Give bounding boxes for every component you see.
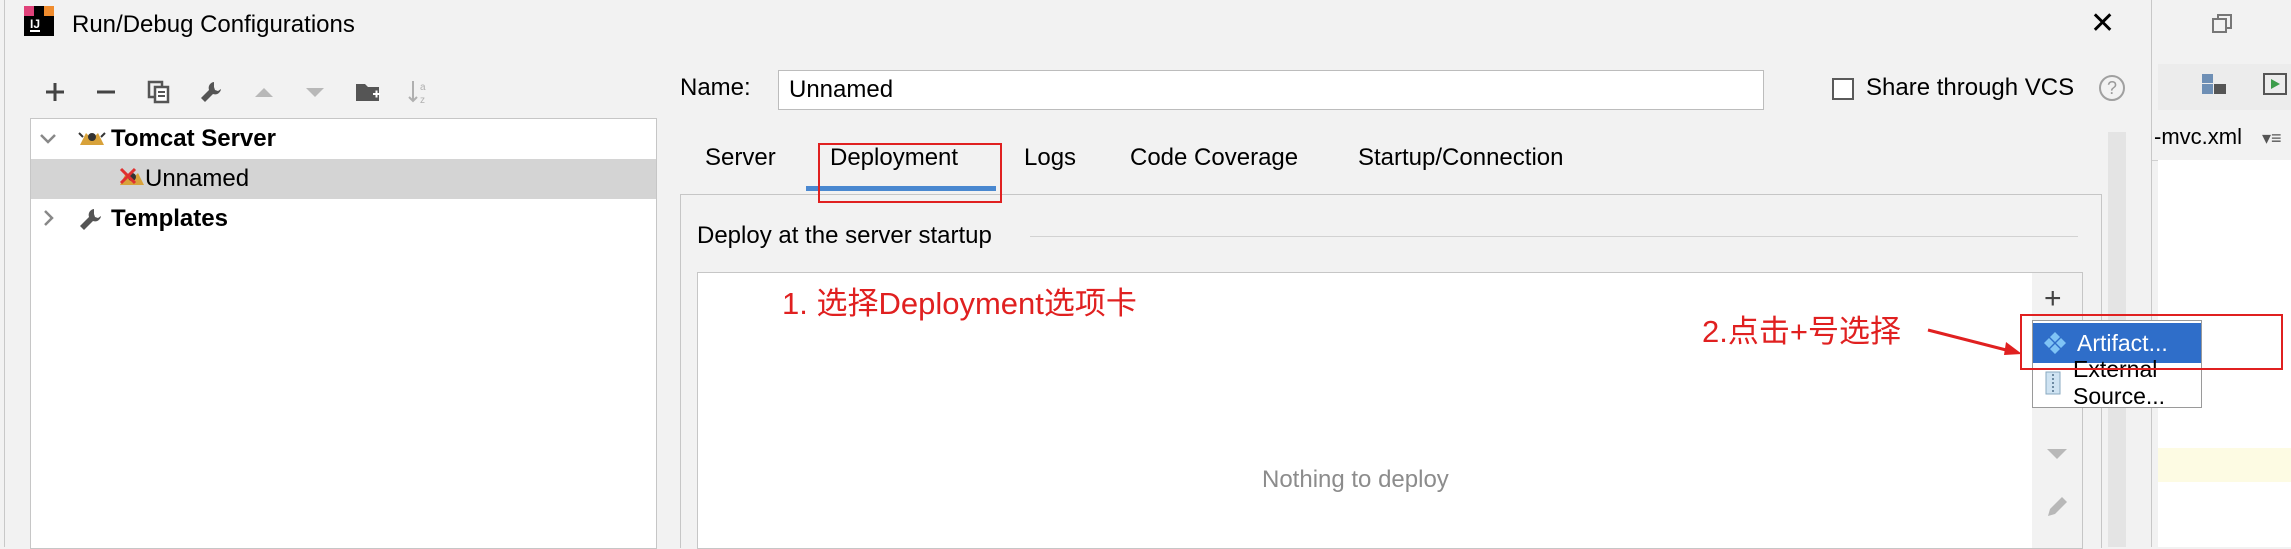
chevron-right-icon[interactable]: [37, 207, 59, 229]
tab-logs[interactable]: Logs: [1024, 144, 1076, 172]
tab-startup-connection[interactable]: Startup/Connection: [1358, 144, 1563, 172]
deploy-section-title: Deploy at the server startup: [697, 222, 992, 249]
svg-text:IJ: IJ: [30, 17, 40, 31]
share-vcs-label[interactable]: Share through VCS: [1866, 74, 2074, 102]
dialog-title: Run/Debug Configurations: [72, 11, 355, 38]
copy-icon[interactable]: [144, 77, 174, 107]
tree-item-label: Templates: [111, 205, 228, 232]
intellij-logo-icon: IJ: [24, 6, 54, 36]
tab-code-coverage[interactable]: Code Coverage: [1130, 144, 1298, 172]
edit-icon: [2044, 494, 2070, 520]
annotation-note-1: 1. 选择Deployment选项卡: [782, 286, 1137, 321]
background-editor-tab-label: -mvc.xml: [2154, 124, 2242, 149]
wrench-icon[interactable]: [196, 77, 226, 107]
annotation-box-deployment-tab: [818, 143, 1002, 203]
tomcat-config-icon: [117, 165, 147, 193]
background-structure-icon: [2200, 70, 2228, 98]
annotation-note-2: 2.点击+号选择: [1702, 314, 1901, 349]
add-deployment-button[interactable]: +: [2044, 282, 2062, 316]
annotation-arrow: [1926, 318, 2026, 362]
move-down-icon: [2044, 444, 2070, 464]
background-tab-menu-icon: ▾≡: [2262, 128, 2282, 148]
move-down-icon: [300, 77, 330, 107]
svg-text:a: a: [420, 82, 426, 93]
restore-window-icon: [2210, 12, 2234, 36]
background-line-highlight: [2158, 448, 2291, 482]
folder-icon[interactable]: [353, 77, 383, 107]
remove-icon[interactable]: [91, 77, 121, 107]
tree-item-templates[interactable]: Templates: [31, 199, 656, 239]
move-up-icon: [249, 77, 279, 107]
tree-item-label: Unnamed: [145, 165, 250, 192]
archive-icon: [2043, 371, 2063, 395]
empty-state-text: Nothing to deploy: [1262, 466, 1449, 493]
wrench-icon: [77, 207, 103, 233]
chevron-down-icon[interactable]: [37, 127, 59, 149]
tomcat-icon: [77, 125, 107, 153]
background-run-icon: [2262, 70, 2290, 98]
tree-item-unnamed[interactable]: Unnamed: [31, 159, 656, 199]
svg-text:z: z: [420, 95, 425, 105]
share-vcs-checkbox[interactable]: [1832, 78, 1854, 100]
annotation-box-artifact: [2020, 314, 2283, 370]
configurations-tree[interactable]: Tomcat Server Unnamed Templates: [30, 118, 657, 549]
name-input[interactable]: [778, 70, 1764, 110]
section-divider: [1030, 236, 2078, 237]
tab-server[interactable]: Server: [705, 144, 776, 172]
tree-item-tomcat-server[interactable]: Tomcat Server: [31, 119, 656, 159]
name-label: Name:: [680, 74, 751, 101]
sort-icon: az: [405, 77, 435, 107]
add-icon[interactable]: [40, 77, 70, 107]
help-icon[interactable]: ?: [2099, 75, 2125, 101]
close-button[interactable]: ✕: [2090, 6, 2115, 41]
tree-item-label: Tomcat Server: [111, 125, 276, 152]
